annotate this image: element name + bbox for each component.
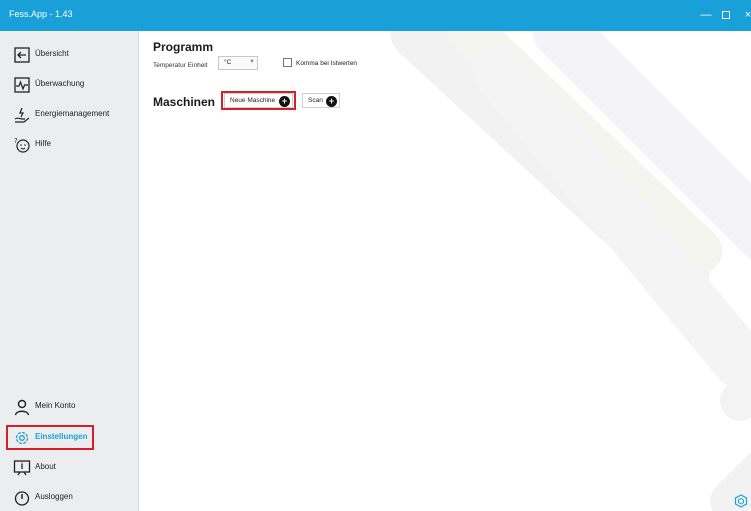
sidebar-item-label: Ausloggen	[35, 492, 73, 501]
maximize-icon[interactable]	[718, 6, 734, 24]
sidebar-item-ueberwachung[interactable]: Überwachung	[0, 72, 139, 98]
help-icon: ?	[14, 137, 30, 153]
app-logo-icon	[734, 494, 748, 508]
einstellungen-highlight-box	[6, 425, 94, 450]
minimize-icon[interactable]: —	[698, 6, 714, 24]
arrow-left-box-icon	[14, 47, 30, 63]
title-bar: Fess.App - 1.43 — ×	[0, 0, 751, 31]
user-icon	[14, 399, 30, 416]
sidebar-item-label: Energiemanagement	[35, 109, 110, 118]
info-board-icon	[13, 460, 31, 476]
sidebar-item-hilfe[interactable]: ? Hilfe	[0, 132, 139, 158]
main-content: Programm Temperatur Einheit °C ▼ Komma b…	[140, 31, 751, 511]
app-window: Fess.App - 1.43 — × Übersicht Überwachun…	[0, 0, 751, 511]
chevron-down-icon: ▼	[249, 59, 255, 65]
sidebar-item-label: Mein Konto	[35, 401, 76, 410]
svg-text:?: ?	[14, 137, 18, 145]
sidebar-item-ausloggen[interactable]: Ausloggen	[0, 485, 139, 511]
sidebar-item-label: Überwachung	[35, 79, 85, 88]
plus-icon: +	[326, 96, 337, 107]
programm-title: Programm	[153, 40, 214, 54]
temperature-unit-label: Temperatur Einheit	[153, 62, 208, 69]
app-title: Fess.App - 1.43	[9, 9, 73, 19]
sidebar-item-label: Hilfe	[35, 139, 52, 148]
sidebar-item-about[interactable]: About	[0, 455, 139, 481]
sidebar-item-label: Übersicht	[35, 49, 69, 58]
maschinen-title: Maschinen	[153, 95, 216, 109]
sidebar-item-uebersicht[interactable]: Übersicht	[0, 42, 139, 68]
sidebar: Übersicht Überwachung Energiemanagement …	[0, 31, 139, 511]
close-icon[interactable]: ×	[740, 6, 751, 24]
new-machine-highlight-box	[221, 91, 296, 110]
monitor-pulse-icon	[14, 77, 30, 93]
power-icon	[14, 491, 30, 506]
sidebar-item-label: About	[35, 462, 56, 471]
komma-checkbox-label: Komma bei Istwerten	[296, 60, 358, 67]
energy-hand-icon	[14, 107, 30, 123]
temperature-unit-select[interactable]: °C ▼	[218, 56, 258, 70]
temperature-unit-value: °C	[224, 59, 232, 66]
komma-checkbox[interactable]	[283, 58, 292, 67]
scan-label: Scan	[308, 97, 323, 104]
sidebar-item-mein-konto[interactable]: Mein Konto	[0, 394, 139, 420]
sidebar-item-energiemanagement[interactable]: Energiemanagement	[0, 102, 139, 128]
scan-button[interactable]: Scan +	[302, 93, 340, 108]
